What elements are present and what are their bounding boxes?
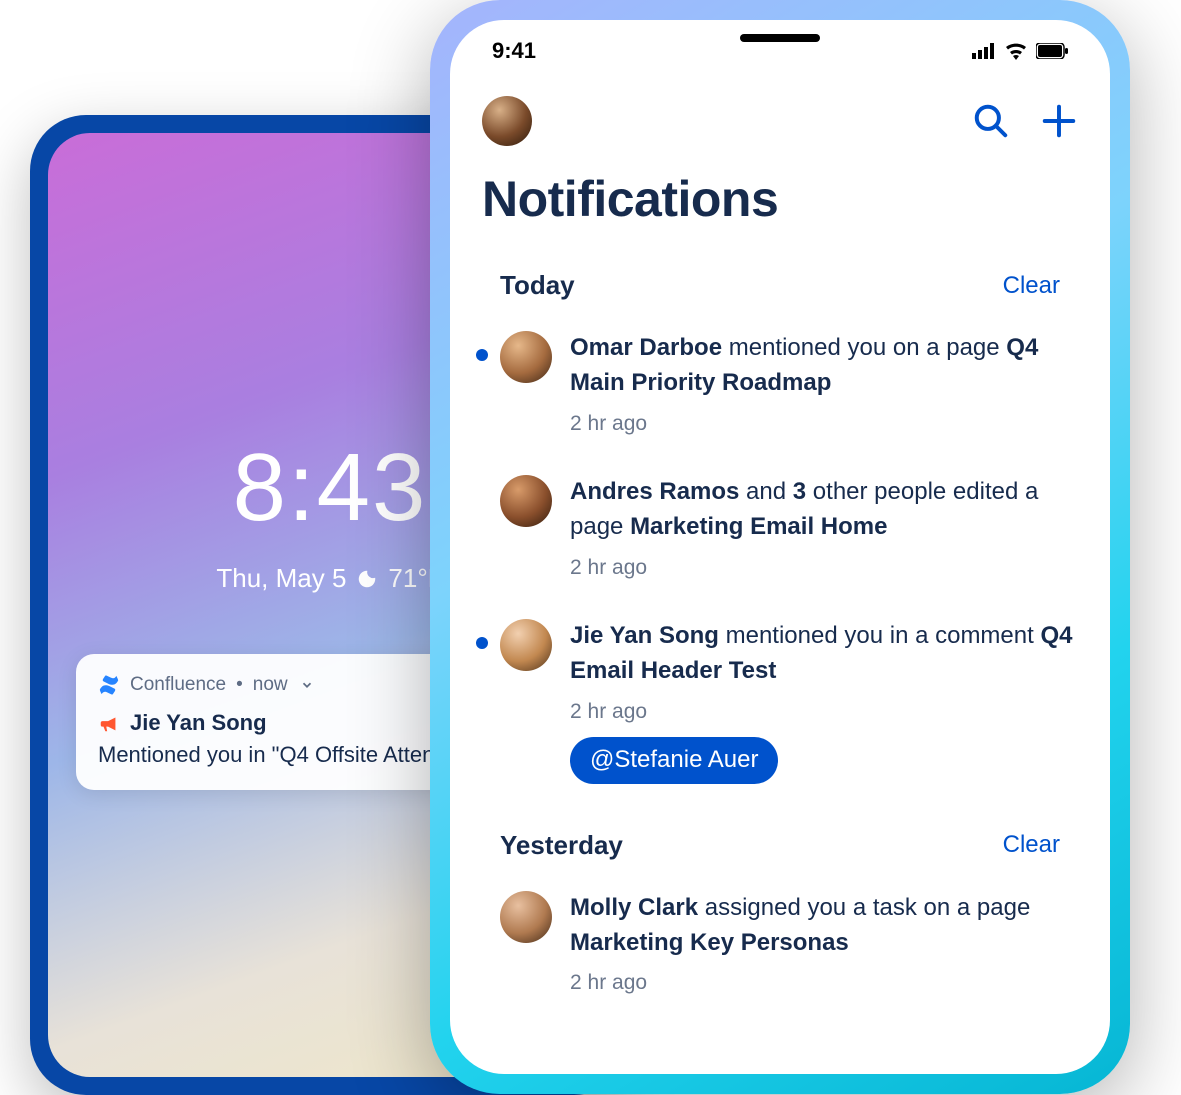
notch <box>640 20 920 62</box>
app-screen: 9:41 Notifications Today Clear <box>450 20 1110 1074</box>
section-title: Yesterday <box>500 830 623 861</box>
avatar <box>500 891 552 943</box>
avatar <box>500 619 552 671</box>
status-time: 9:41 <box>492 38 536 64</box>
header-actions <box>972 102 1078 140</box>
lock-notif-person: Jie Yan Song <box>130 710 267 736</box>
section-title: Today <box>500 270 575 301</box>
chevron-down-icon <box>300 678 314 692</box>
lock-notif-time: now <box>253 674 288 696</box>
bullet: • <box>236 674 243 696</box>
notification-item[interactable]: Andres Ramos and 3 other people edited a… <box>480 457 1080 601</box>
unread-dot <box>476 349 488 361</box>
lock-notif-app: Confluence <box>130 674 226 696</box>
notif-middle: mentioned you in a comment <box>719 622 1041 649</box>
notification-text: Jie Yan Song mentioned you in a comment … <box>570 619 1080 784</box>
actor-name: Omar Darboe <box>570 334 722 361</box>
actor-name: Andres Ramos <box>570 478 739 505</box>
notification-text: Omar Darboe mentioned you on a page Q4 M… <box>570 331 1080 439</box>
notif-middle: mentioned you on a page <box>722 334 1006 361</box>
notif-middle: assigned you a task on a page <box>698 894 1030 921</box>
notification-text: Andres Ramos and 3 other people edited a… <box>570 475 1080 583</box>
notification-time: 2 hr ago <box>570 553 1080 583</box>
profile-avatar[interactable] <box>482 96 532 146</box>
status-icons <box>972 42 1068 60</box>
moon-icon <box>356 568 378 590</box>
notifications-phone: 9:41 Notifications Today Clear <box>430 0 1130 1094</box>
page-title: Notifications <box>480 146 1080 242</box>
actor-name: Molly Clark <box>570 894 698 921</box>
confluence-icon <box>98 674 120 696</box>
clear-button[interactable]: Clear <box>1003 831 1060 859</box>
app-header <box>480 96 1080 146</box>
app-content: Notifications Today Clear Omar Darboe me… <box>450 20 1110 1017</box>
megaphone-icon <box>98 712 120 734</box>
notification-text: Molly Clark assigned you a task on a pag… <box>570 891 1080 999</box>
notification-item[interactable]: Omar Darboe mentioned you on a page Q4 M… <box>480 313 1080 457</box>
notif-target: Marketing Email Home <box>630 513 887 540</box>
notification-time: 2 hr ago <box>570 697 1080 727</box>
notif-middle: and <box>739 478 792 505</box>
cellular-icon <box>972 43 996 59</box>
notification-time: 2 hr ago <box>570 968 1080 998</box>
lock-date: Thu, May 5 <box>216 563 346 594</box>
wifi-icon <box>1004 42 1028 60</box>
notif-count: 3 <box>793 478 806 505</box>
battery-icon <box>1036 43 1068 59</box>
clear-button[interactable]: Clear <box>1003 272 1060 300</box>
avatar <box>500 331 552 383</box>
section-header-today: Today Clear <box>480 242 1080 313</box>
add-icon[interactable] <box>1040 102 1078 140</box>
section-header-yesterday: Yesterday Clear <box>480 802 1080 873</box>
search-icon[interactable] <box>972 102 1010 140</box>
notif-target: Marketing Key Personas <box>570 929 849 956</box>
notification-item[interactable]: Molly Clark assigned you a task on a pag… <box>480 873 1080 1017</box>
notification-time: 2 hr ago <box>570 409 1080 439</box>
notification-item[interactable]: Jie Yan Song mentioned you in a comment … <box>480 601 1080 802</box>
mention-chip[interactable]: @Stefanie Auer <box>570 737 778 784</box>
actor-name: Jie Yan Song <box>570 622 719 649</box>
avatar <box>500 475 552 527</box>
unread-dot <box>476 637 488 649</box>
